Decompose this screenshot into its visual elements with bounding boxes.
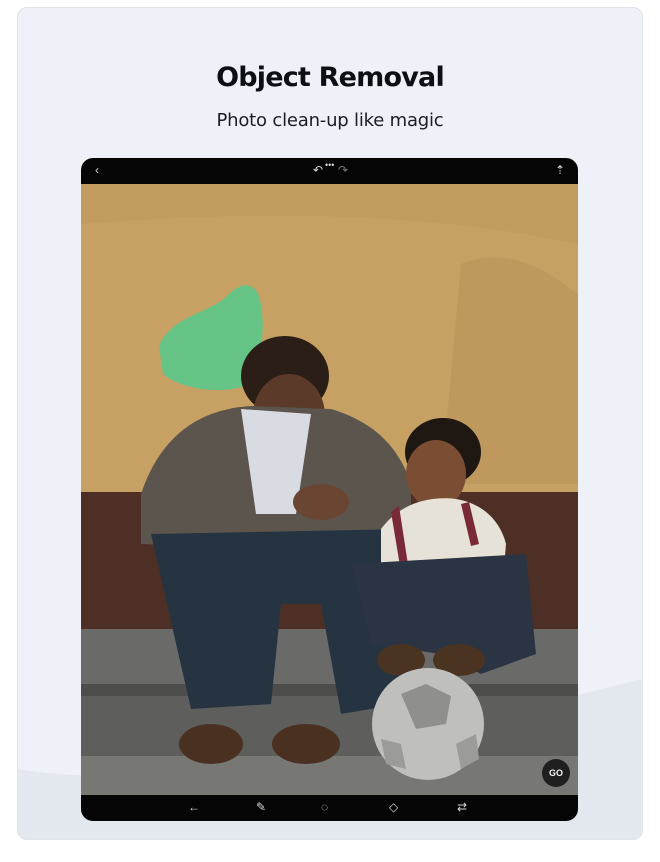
feature-card: Object Removal Photo clean-up like magic… bbox=[17, 7, 643, 840]
bottom-toolbar: ← ✎ ◌ ◇ ⇄ bbox=[81, 795, 578, 821]
editor-preview: ‹ ↶ ••• ↷ ⇡ GO ← ✎ ◌ ◇ ⇄ bbox=[81, 158, 578, 821]
more-dots-icon[interactable]: ••• bbox=[325, 158, 334, 172]
arrow-left-icon[interactable]: ← bbox=[188, 800, 200, 814]
brush-icon[interactable]: ✎ bbox=[256, 800, 266, 814]
photo-image bbox=[81, 184, 578, 795]
upload-icon[interactable]: ⇡ bbox=[555, 163, 565, 177]
undo-icon[interactable]: ↶ bbox=[313, 163, 323, 177]
go-button[interactable]: GO bbox=[542, 759, 570, 787]
eraser-icon[interactable]: ◇ bbox=[389, 800, 398, 814]
redo-icon[interactable]: ↷ bbox=[338, 163, 348, 177]
top-toolbar: ‹ ↶ ••• ↷ ⇡ bbox=[81, 158, 578, 184]
lasso-icon[interactable]: ◌ bbox=[321, 800, 328, 814]
photo-canvas[interactable]: GO bbox=[81, 184, 578, 795]
page-title: Object Removal bbox=[216, 62, 445, 93]
page-subtitle: Photo clean-up like magic bbox=[216, 110, 444, 131]
chevron-left-icon[interactable]: ‹ bbox=[95, 163, 99, 177]
adjust-sliders-icon[interactable]: ⇄ bbox=[457, 800, 467, 814]
